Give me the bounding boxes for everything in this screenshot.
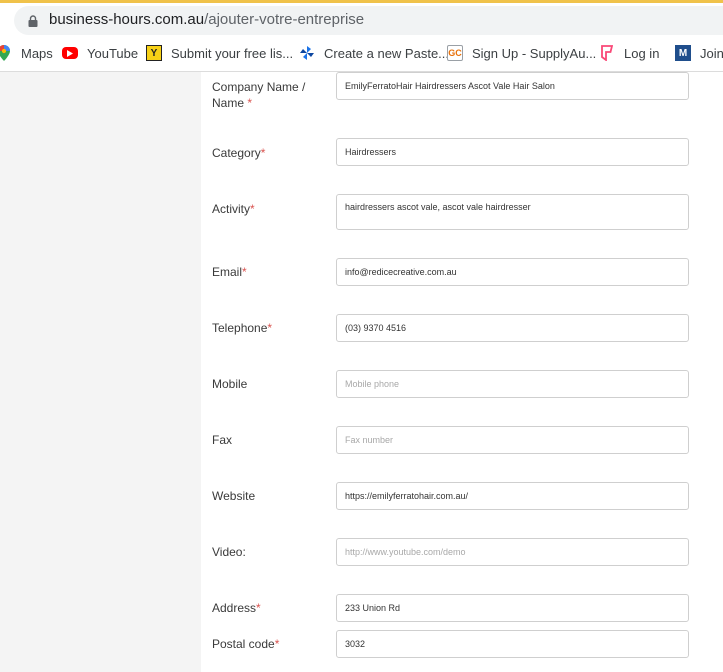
window-top-accent xyxy=(0,0,723,3)
address-bar[interactable]: business-hours.com.au/ajouter-votre-entr… xyxy=(14,6,723,35)
bookmark-create-paste[interactable]: Create a new Paste... xyxy=(299,42,449,64)
telephone-label: Telephone* xyxy=(212,320,322,336)
y-logo-icon: Y xyxy=(146,45,162,61)
address-label: Address* xyxy=(212,600,322,616)
bookmark-maps[interactable]: Maps xyxy=(0,42,53,64)
required-mark: * xyxy=(260,146,266,160)
pinwheel-icon xyxy=(299,45,315,61)
required-mark: * xyxy=(267,321,273,335)
url-path: /ajouter-votre-entreprise xyxy=(204,11,365,28)
bookmark-youtube[interactable]: YouTube xyxy=(62,42,138,64)
video-label: Video: xyxy=(212,545,246,559)
bookmark-sign-up[interactable]: GC Sign Up - SupplyAu... xyxy=(447,42,596,64)
required-mark: * xyxy=(250,202,255,216)
fax-input[interactable]: Fax number xyxy=(336,426,689,454)
website-input[interactable]: https://emilyferratohair.com.au/ xyxy=(336,482,689,510)
company-label-line-2: Name xyxy=(212,96,245,110)
fax-label: Fax xyxy=(212,433,233,447)
website-label: Website xyxy=(212,489,256,503)
bookmark-join[interactable]: M Join xyxy=(675,42,723,64)
bookmark-label: Join xyxy=(700,45,723,61)
maps-pin-icon xyxy=(0,45,12,61)
foursquare-icon xyxy=(599,45,615,61)
bookmark-label: Submit your free lis... xyxy=(171,45,294,61)
company-name-label: Company Name / Name * xyxy=(212,79,322,111)
email-label: Email* xyxy=(212,264,322,280)
mobile-input[interactable]: Mobile phone xyxy=(336,370,689,398)
category-input[interactable]: Hairdressers xyxy=(336,138,689,166)
category-label: Category* xyxy=(212,145,322,161)
bookmark-label: Sign Up - SupplyAu... xyxy=(472,45,597,61)
lock-icon[interactable] xyxy=(28,15,38,27)
required-mark: * xyxy=(256,601,261,615)
bookmark-submit-listing[interactable]: Y Submit your free lis... xyxy=(146,42,293,64)
email-label-text: Email xyxy=(212,265,243,279)
m-logo-icon: M xyxy=(675,45,691,61)
required-mark: * xyxy=(274,637,280,651)
video-input[interactable]: http://www.youtube.com/demo xyxy=(336,538,689,566)
activity-label: Activity* xyxy=(212,201,322,217)
browser-chrome: business-hours.com.au/ajouter-votre-entr… xyxy=(0,0,723,72)
postal-code-label: Postal code* xyxy=(212,636,322,652)
postal-label-text: Postal code xyxy=(212,637,275,651)
bookmarks-bar: Maps YouTube Y Submit your free lis... C… xyxy=(0,42,723,64)
category-label-text: Category xyxy=(212,146,261,160)
url-domain: business-hours.com.au xyxy=(49,11,205,28)
bookmark-label: YouTube xyxy=(87,45,139,61)
page-content: Company Name / Name * EmilyFerratoHair Ha… xyxy=(0,72,723,672)
telephone-label-text: Telephone xyxy=(212,321,268,335)
url-text[interactable]: business-hours.com.au/ajouter-votre-entr… xyxy=(49,11,364,28)
postal-code-input[interactable]: 3032 xyxy=(336,630,689,658)
bookmark-log-in[interactable]: Log in xyxy=(599,42,659,64)
required-mark: * xyxy=(242,265,247,279)
required-mark: * xyxy=(247,96,253,110)
activity-textarea[interactable]: hairdressers ascot vale, ascot vale hair… xyxy=(336,194,689,230)
company-name-input[interactable]: EmilyFerratoHair Hairdressers Ascot Vale… xyxy=(336,72,689,100)
mobile-label: Mobile xyxy=(212,377,248,391)
bookmark-label: Create a new Paste... xyxy=(324,45,450,61)
email-input[interactable]: info@redicecreative.com.au xyxy=(336,258,689,286)
bookmark-label: Log in xyxy=(624,45,660,61)
company-label-line-1: Company Name / xyxy=(212,80,306,94)
gc-logo-icon: GC xyxy=(447,45,463,61)
telephone-input[interactable]: (03) 9370 4516 xyxy=(336,314,689,342)
bookmark-label: Maps xyxy=(21,45,53,61)
address-input[interactable]: 233 Union Rd xyxy=(336,594,689,622)
youtube-icon xyxy=(62,47,78,59)
activity-label-text: Activity xyxy=(212,202,251,216)
address-label-text: Address xyxy=(212,601,257,615)
